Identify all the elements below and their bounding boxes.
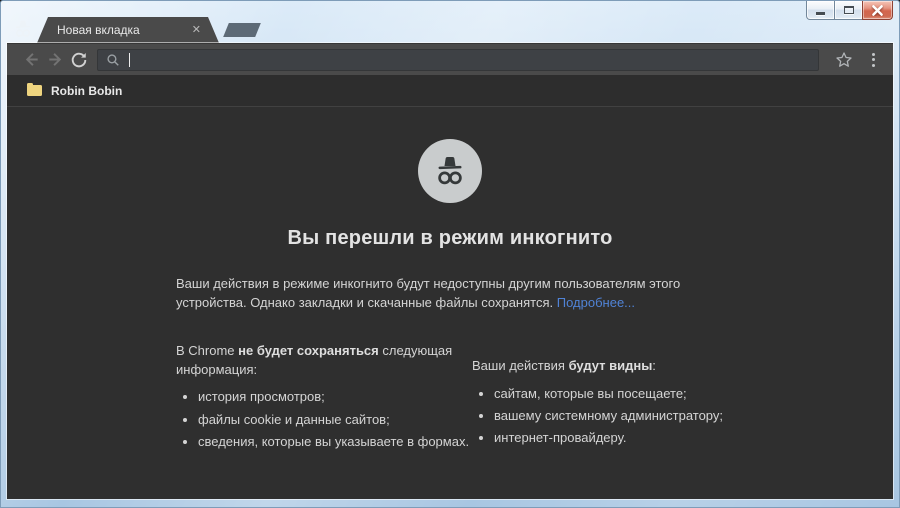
not-saved-header: В Chrome не будет сохраняться следующая … bbox=[176, 342, 453, 377]
new-tab-button[interactable] bbox=[223, 23, 261, 37]
incognito-spy-icon bbox=[418, 139, 482, 203]
reload-icon bbox=[71, 52, 87, 67]
reload-button[interactable] bbox=[67, 48, 91, 72]
maximize-button[interactable] bbox=[834, 1, 863, 20]
visible-to-list: сайтам, которые вы посещаете; вашему сис… bbox=[472, 385, 724, 448]
close-button[interactable] bbox=[862, 1, 893, 20]
incognito-badge-icon bbox=[10, 17, 36, 41]
address-bar[interactable] bbox=[97, 48, 819, 71]
list-item: файлы cookie и данные сайтов; bbox=[198, 411, 472, 429]
folder-icon bbox=[27, 82, 42, 96]
list-item: сведения, которые вы указываете в формах… bbox=[198, 433, 472, 451]
intro-paragraph: Ваши действия в режиме инкогнито будут н… bbox=[176, 275, 724, 313]
back-icon bbox=[25, 53, 38, 66]
visible-to-header: Ваши действия будут видны: bbox=[472, 357, 656, 373]
incognito-page: Вы перешли в режим инкогнито Ваши действ… bbox=[7, 107, 893, 499]
bookmark-star-button[interactable] bbox=[831, 48, 857, 72]
not-saved-list: история просмотров; файлы cookie и данны… bbox=[176, 388, 472, 451]
forward-button[interactable] bbox=[43, 48, 67, 72]
minimize-icon bbox=[816, 12, 825, 15]
browser-chrome: Robin Bobin Вы перешли в режим инкогнито… bbox=[7, 43, 893, 499]
menu-button[interactable] bbox=[863, 48, 883, 72]
tab-title: Новая вкладка bbox=[57, 23, 140, 37]
back-button[interactable] bbox=[19, 48, 43, 72]
minimize-button[interactable] bbox=[806, 1, 835, 20]
visible-to-column: Ваши действия будут видны: сайтам, котор… bbox=[472, 357, 724, 456]
close-icon bbox=[872, 4, 883, 16]
forward-icon bbox=[48, 53, 61, 66]
star-icon bbox=[836, 51, 852, 67]
page-text-block: Ваши действия в режиме инкогнито будут н… bbox=[176, 275, 724, 456]
text-cursor bbox=[129, 52, 130, 67]
learn-more-link[interactable]: Подробнее... bbox=[557, 295, 635, 310]
not-saved-column: В Chrome не будет сохраняться следующая … bbox=[176, 342, 472, 456]
bookmarks-bar: Robin Bobin bbox=[7, 75, 893, 107]
list-item: история просмотров; bbox=[198, 388, 472, 406]
search-icon bbox=[107, 53, 119, 66]
list-item: сайтам, которые вы посещаете; bbox=[494, 385, 724, 403]
list-item: вашему системному администратору; bbox=[494, 407, 724, 425]
tab-close-icon[interactable]: ✕ bbox=[192, 25, 201, 36]
info-columns: В Chrome не будет сохраняться следующая … bbox=[176, 342, 724, 456]
list-item: интернет-провайдеру. bbox=[494, 429, 724, 447]
maximize-icon bbox=[843, 6, 854, 14]
bookmark-folder-robin-bobin[interactable]: Robin Bobin bbox=[21, 81, 128, 101]
window-controls bbox=[806, 1, 893, 20]
menu-dots-icon bbox=[871, 52, 875, 56]
tab-new-tab[interactable]: Новая вкладка ✕ bbox=[37, 17, 219, 43]
navigation-toolbar bbox=[7, 43, 893, 75]
browser-window: Новая вкладка ✕ Robin Bobin Вы перешли в… bbox=[0, 0, 900, 508]
address-input[interactable] bbox=[138, 52, 810, 67]
bookmark-label: Robin Bobin bbox=[51, 83, 123, 98]
page-title: Вы перешли в режим инкогнито bbox=[287, 227, 613, 249]
